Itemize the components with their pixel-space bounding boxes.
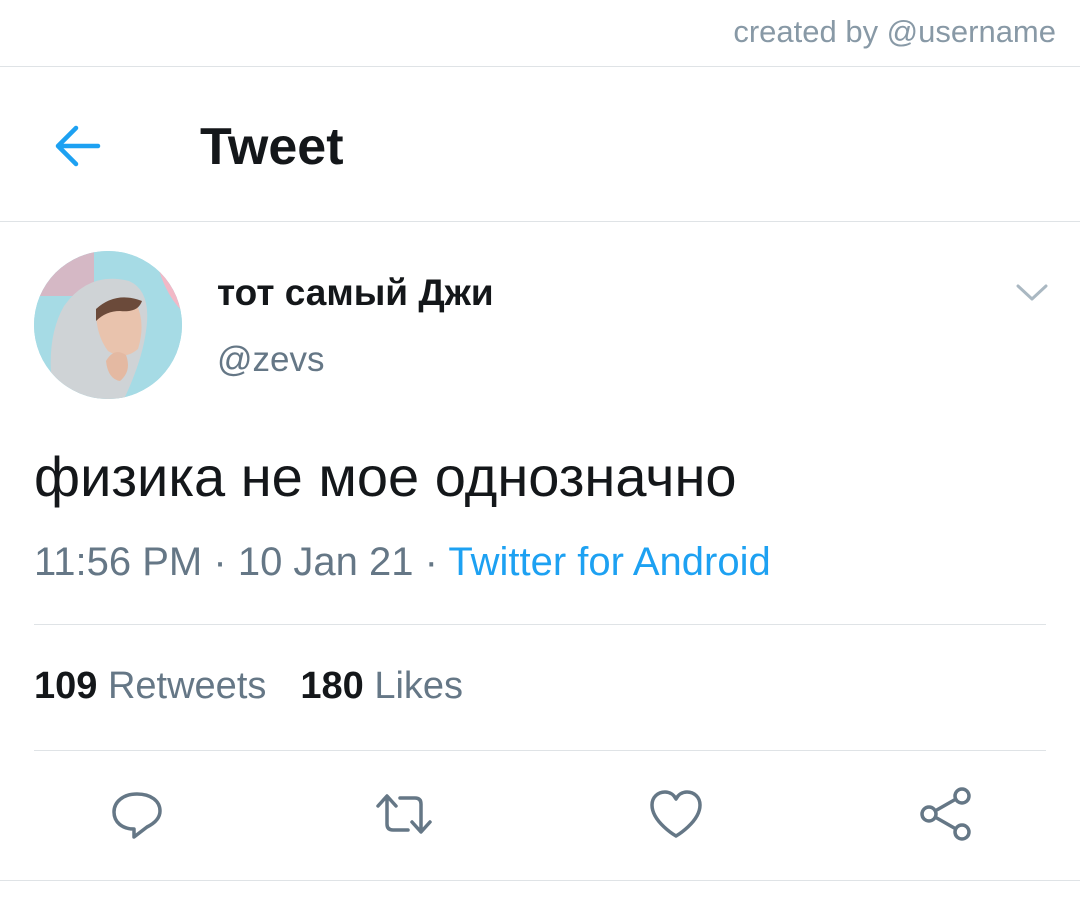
separator: · bbox=[424, 540, 438, 584]
retweets-count: 109 bbox=[34, 665, 98, 707]
likes-stat[interactable]: 180 Likes bbox=[300, 665, 463, 707]
likes-count: 180 bbox=[300, 665, 364, 707]
retweets-stat[interactable]: 109 Retweets bbox=[34, 665, 266, 707]
tweet-meta: 11:56 PM · 10 Jan 21 · Twitter for Andro… bbox=[34, 540, 771, 585]
retweet-icon bbox=[376, 794, 432, 834]
divider bbox=[34, 624, 1046, 625]
divider bbox=[0, 880, 1080, 881]
tweet-date: 10 Jan 21 bbox=[237, 540, 414, 584]
likes-label: Likes bbox=[374, 665, 464, 707]
arrow-left-icon bbox=[55, 125, 101, 167]
more-options-button[interactable] bbox=[1014, 280, 1050, 304]
back-button[interactable] bbox=[52, 124, 102, 168]
avatar-image bbox=[34, 251, 182, 399]
retweets-label: Retweets bbox=[107, 665, 267, 707]
reply-icon bbox=[112, 792, 162, 839]
divider bbox=[0, 66, 1080, 67]
credit-text: created by @username bbox=[733, 14, 1056, 49]
like-button[interactable] bbox=[646, 784, 706, 844]
tweet-source-link[interactable]: Twitter for Android bbox=[448, 540, 770, 584]
share-button[interactable] bbox=[916, 784, 976, 844]
retweet-button[interactable] bbox=[374, 784, 434, 844]
tweet-stats: 109 Retweets 180 Likes bbox=[34, 665, 463, 708]
tweet-time: 11:56 PM bbox=[34, 540, 203, 584]
reply-button[interactable] bbox=[107, 784, 167, 844]
separator: · bbox=[213, 540, 227, 584]
chevron-down-icon bbox=[1016, 284, 1048, 301]
page-title: Tweet bbox=[200, 118, 344, 176]
share-icon bbox=[920, 787, 971, 841]
divider bbox=[0, 221, 1080, 222]
user-handle[interactable]: @zevs bbox=[217, 340, 325, 380]
tweet-text: физика не мое однозначно bbox=[34, 445, 737, 508]
like-icon bbox=[650, 790, 702, 838]
divider bbox=[34, 750, 1046, 751]
display-name[interactable]: тот самый Джи bbox=[217, 272, 494, 314]
avatar[interactable] bbox=[34, 251, 182, 399]
